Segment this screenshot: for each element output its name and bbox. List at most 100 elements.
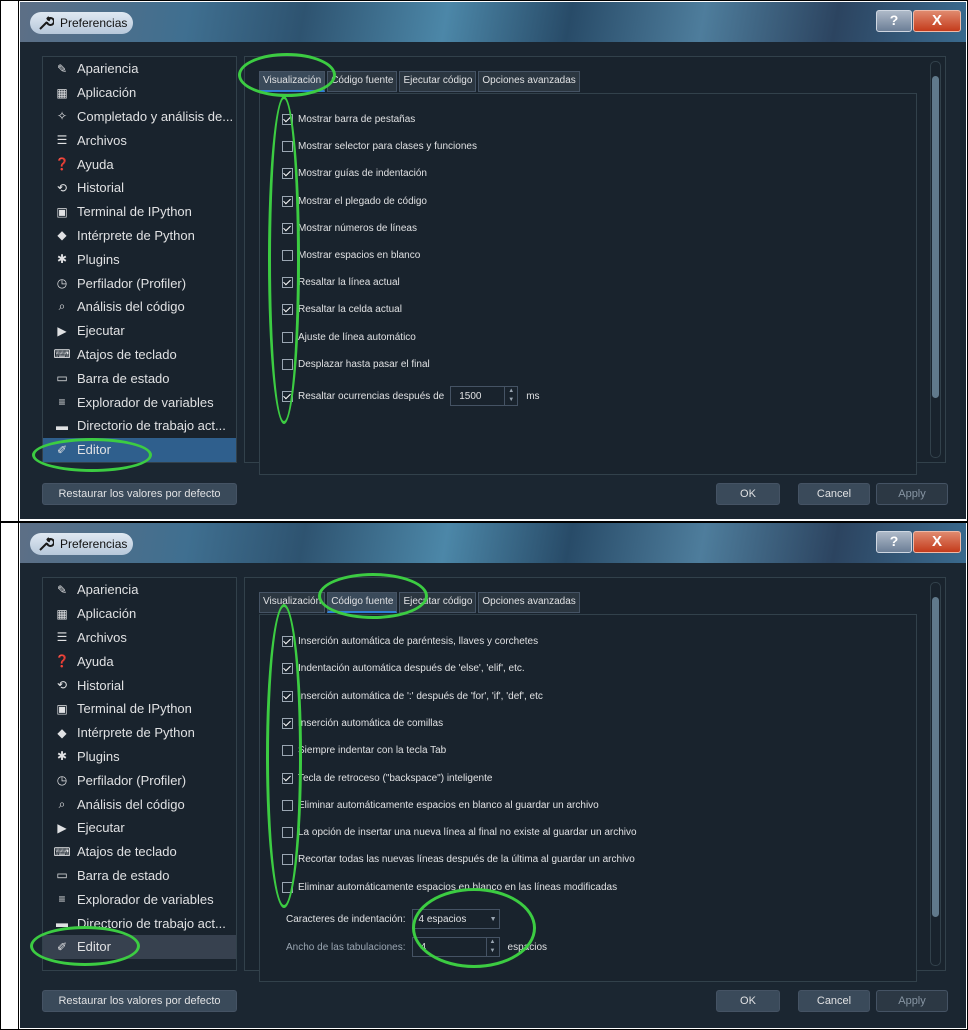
sidebar-item-directorio-de-trabajo-act[interactable]: ▬ Directorio de trabajo act... <box>43 414 236 438</box>
sidebar-item-ayuda[interactable]: ❓ Ayuda <box>43 649 236 673</box>
checkbox[interactable] <box>282 114 293 125</box>
help-button[interactable]: ? <box>876 531 912 553</box>
occurrence-delay-spinbox[interactable]: 1500 ▲ ▼ <box>450 386 519 406</box>
option-row[interactable]: Mostrar guías de indentación <box>282 168 427 180</box>
checkbox[interactable] <box>282 390 293 402</box>
option-row[interactable]: Inserción automática de paréntesis, llav… <box>282 636 538 647</box>
sidebar-item-editor[interactable]: ✐ Editor <box>43 934 236 959</box>
checkbox[interactable] <box>282 636 293 647</box>
option-row[interactable]: Resaltar la línea actual <box>282 277 400 289</box>
sidebar-item-directorio-de-trabajo-act[interactable]: ▬ Directorio de trabajo act... <box>43 911 236 935</box>
sidebar-item-perfilador-profiler[interactable]: ◷ Perfilador (Profiler) <box>43 768 236 792</box>
option-row[interactable]: Recortar todas las nuevas líneas después… <box>282 854 635 866</box>
spin-arrows-icon[interactable]: ▲ ▼ <box>504 387 517 405</box>
apply-button[interactable]: Apply <box>876 483 948 505</box>
sidebar-item-interprete-de-python[interactable]: ◆ Intérprete de Python <box>43 721 236 745</box>
checkbox[interactable] <box>282 854 293 866</box>
checkbox[interactable] <box>282 331 293 343</box>
option-row[interactable]: Mostrar números de líneas <box>282 222 417 234</box>
option-row[interactable]: Eliminar automáticamente espacios en bla… <box>282 881 617 893</box>
sidebar-item-aplicacion[interactable]: ▦ Aplicación <box>43 602 236 626</box>
checkbox[interactable] <box>282 663 293 675</box>
restore-defaults-button[interactable]: Restaurar los valores por defecto <box>42 483 237 505</box>
option-row[interactable]: Resaltar ocurrencias después de 1500 ▲ ▼ ms <box>282 386 540 406</box>
sidebar-item-archivos[interactable]: ☰ Archivos <box>43 128 236 152</box>
sidebar-item-editor[interactable]: ✐ Editor <box>43 437 236 462</box>
option-row[interactable]: Tecla de retroceso ("backspace") intelig… <box>282 772 492 784</box>
option-row[interactable]: Inserción automática de ':' después de '… <box>282 690 543 702</box>
checkbox[interactable] <box>282 195 293 207</box>
scrollbar[interactable] <box>930 61 941 458</box>
ok-button[interactable]: OK <box>716 990 780 1012</box>
restore-defaults-button[interactable]: Restaurar los valores por defecto <box>42 990 237 1012</box>
tab-visualizacion[interactable]: Visualización <box>259 71 326 92</box>
scrollbar-thumb[interactable] <box>932 597 939 917</box>
tab-opciones-avanzadas[interactable]: Opciones avanzadas <box>478 592 580 613</box>
sidebar-item-analisis-del-codigo[interactable]: ⌕ Análisis del código <box>43 792 236 816</box>
option-row[interactable]: Ajuste de línea automático <box>282 331 416 343</box>
checkbox[interactable] <box>282 358 293 370</box>
category-list[interactable]: ✎ Apariencia ▦ Aplicación ✧ Completado y anál… <box>42 56 237 463</box>
help-button[interactable]: ? <box>876 10 912 32</box>
sidebar-item-perfilador-profiler[interactable]: ◷ Perfilador (Profiler) <box>43 271 236 295</box>
checkbox[interactable] <box>282 799 293 811</box>
checkbox[interactable] <box>282 304 293 316</box>
sidebar-item-historial[interactable]: ⟲ Historial <box>43 176 236 200</box>
scrollbar-thumb[interactable] <box>932 76 939 398</box>
sidebar-item-ejecutar[interactable]: ▶ Ejecutar <box>43 816 236 840</box>
sidebar-item-completado-y-analisis-de[interactable]: ✧ Completado y análisis de... <box>43 105 236 129</box>
sidebar-item-historial[interactable]: ⟲ Historial <box>43 673 236 697</box>
ok-button[interactable]: OK <box>716 483 780 505</box>
tab-opciones-avanzadas[interactable]: Opciones avanzadas <box>478 71 580 92</box>
checkbox[interactable] <box>282 222 293 234</box>
checkbox[interactable] <box>282 745 293 757</box>
sidebar-item-plugins[interactable]: ✱ Plugins <box>43 745 236 769</box>
tab-ejecutar-codigo[interactable]: Ejecutar código <box>399 592 477 613</box>
category-list[interactable]: ✎ Apariencia ▦ Aplicación ☰ Archivos ❓ Ayuda ⟲ Hi… <box>42 577 237 971</box>
option-row[interactable]: Siempre indentar con la tecla Tab <box>282 745 446 757</box>
option-row[interactable]: Eliminar automáticamente espacios en bla… <box>282 799 599 811</box>
close-button[interactable]: X <box>913 531 961 553</box>
option-row[interactable]: Mostrar selector para clases y funciones <box>282 141 477 153</box>
checkbox[interactable] <box>282 141 293 153</box>
scrollbar[interactable] <box>930 582 941 966</box>
sidebar-item-interprete-de-python[interactable]: ◆ Intérprete de Python <box>43 224 236 248</box>
checkbox[interactable] <box>282 168 293 180</box>
spin-arrows-icon[interactable]: ▲ ▼ <box>485 938 499 956</box>
checkbox[interactable] <box>282 827 293 839</box>
tab-ejecutar-codigo[interactable]: Ejecutar código <box>399 71 477 92</box>
option-row[interactable]: Mostrar barra de pestañas <box>282 114 415 125</box>
sidebar-item-barra-de-estado[interactable]: ▭ Barra de estado <box>43 864 236 888</box>
option-row[interactable]: Inserción automática de comillas <box>282 717 443 729</box>
sidebar-item-explorador-de-variables[interactable]: ≡ Explorador de variables <box>43 887 236 911</box>
cancel-button[interactable]: Cancel <box>798 990 870 1012</box>
option-row[interactable]: Indentación automática después de 'else'… <box>282 663 525 675</box>
checkbox[interactable] <box>282 250 293 261</box>
tab-codigo-fuente[interactable]: Código fuente <box>327 592 398 613</box>
sidebar-item-analisis-del-codigo[interactable]: ⌕ Análisis del código <box>43 295 236 319</box>
sidebar-item-terminal-de-ipython[interactable]: ▣ Terminal de IPython <box>43 697 236 721</box>
sidebar-item-explorador-de-variables[interactable]: ≡ Explorador de variables <box>43 390 236 414</box>
option-row[interactable]: La opción de insertar una nueva línea al… <box>282 827 637 839</box>
option-row[interactable]: Desplazar hasta pasar el final <box>282 358 430 370</box>
sidebar-item-atajos-de-teclado[interactable]: ⌨ Atajos de teclado <box>43 840 236 864</box>
sidebar-item-ejecutar[interactable]: ▶ Ejecutar <box>43 319 236 343</box>
sidebar-item-apariencia[interactable]: ✎ Apariencia <box>43 578 236 602</box>
sidebar-item-archivos[interactable]: ☰ Archivos <box>43 626 236 650</box>
indent-chars-combobox[interactable]: 4 espacios ▼ <box>411 909 500 929</box>
checkbox[interactable] <box>282 772 293 784</box>
checkbox[interactable] <box>282 881 293 893</box>
checkbox[interactable] <box>282 717 293 729</box>
option-row[interactable]: Resaltar la celda actual <box>282 304 402 316</box>
sidebar-item-terminal-de-ipython[interactable]: ▣ Terminal de IPython <box>43 200 236 224</box>
cancel-button[interactable]: Cancel <box>798 483 870 505</box>
sidebar-item-plugins[interactable]: ✱ Plugins <box>43 247 236 271</box>
option-row[interactable]: Mostrar el plegado de código <box>282 195 427 207</box>
sidebar-item-barra-de-estado[interactable]: ▭ Barra de estado <box>43 366 236 390</box>
sidebar-item-apariencia[interactable]: ✎ Apariencia <box>43 57 236 81</box>
apply-button[interactable]: Apply <box>876 990 948 1012</box>
tab-codigo-fuente[interactable]: Código fuente <box>327 71 398 92</box>
checkbox[interactable] <box>282 277 293 289</box>
tab-width-spinbox[interactable]: 4 ▲ ▼ <box>411 937 500 957</box>
sidebar-item-atajos-de-teclado[interactable]: ⌨ Atajos de teclado <box>43 343 236 367</box>
